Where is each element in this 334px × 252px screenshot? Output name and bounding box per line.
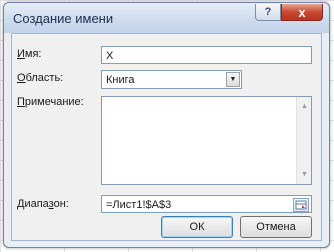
cancel-button-label: Отмена [256,221,296,233]
dialog-body: Имя: X Область: Книга ▼ Примечание: ▲ ▼ … [11,33,322,241]
collapse-dialog-icon [295,200,307,210]
range-input-value: =Лист1!$A$3 [106,199,172,211]
range-input[interactable]: =Лист1!$A$3 [101,195,312,213]
scroll-up-icon[interactable]: ▲ [297,99,312,114]
close-button[interactable]: x [281,4,323,21]
comment-scrollbar[interactable]: ▲ ▼ [296,97,311,184]
help-button[interactable]: ? [255,4,281,21]
dialog-title: Создание имени [13,11,114,26]
scroll-down-icon[interactable]: ▼ [297,167,312,182]
help-icon: ? [264,6,272,18]
comment-textarea[interactable]: ▲ ▼ [101,96,312,185]
cancel-button[interactable]: Отмена [240,216,312,238]
close-icon: x [298,4,306,20]
ok-button-label: ОК [189,221,205,233]
range-picker-button[interactable] [293,198,309,212]
comment-label: Примечание: [17,96,84,108]
scope-select[interactable]: Книга ▼ [101,70,242,89]
ok-button[interactable]: ОК [161,216,233,238]
range-label: Диапазон: [17,198,69,210]
new-name-dialog: Создание имени ? x Имя: X Область: Книга… [3,2,330,248]
chevron-down-icon[interactable]: ▼ [226,72,240,87]
scope-label: Область: [17,72,64,84]
dialog-titlebar[interactable]: Создание имени ? x [4,3,329,33]
name-label: Имя: [17,48,42,60]
name-input[interactable]: X [101,46,312,64]
scope-select-value: Книга [106,74,135,86]
name-input-value: X [106,50,114,62]
